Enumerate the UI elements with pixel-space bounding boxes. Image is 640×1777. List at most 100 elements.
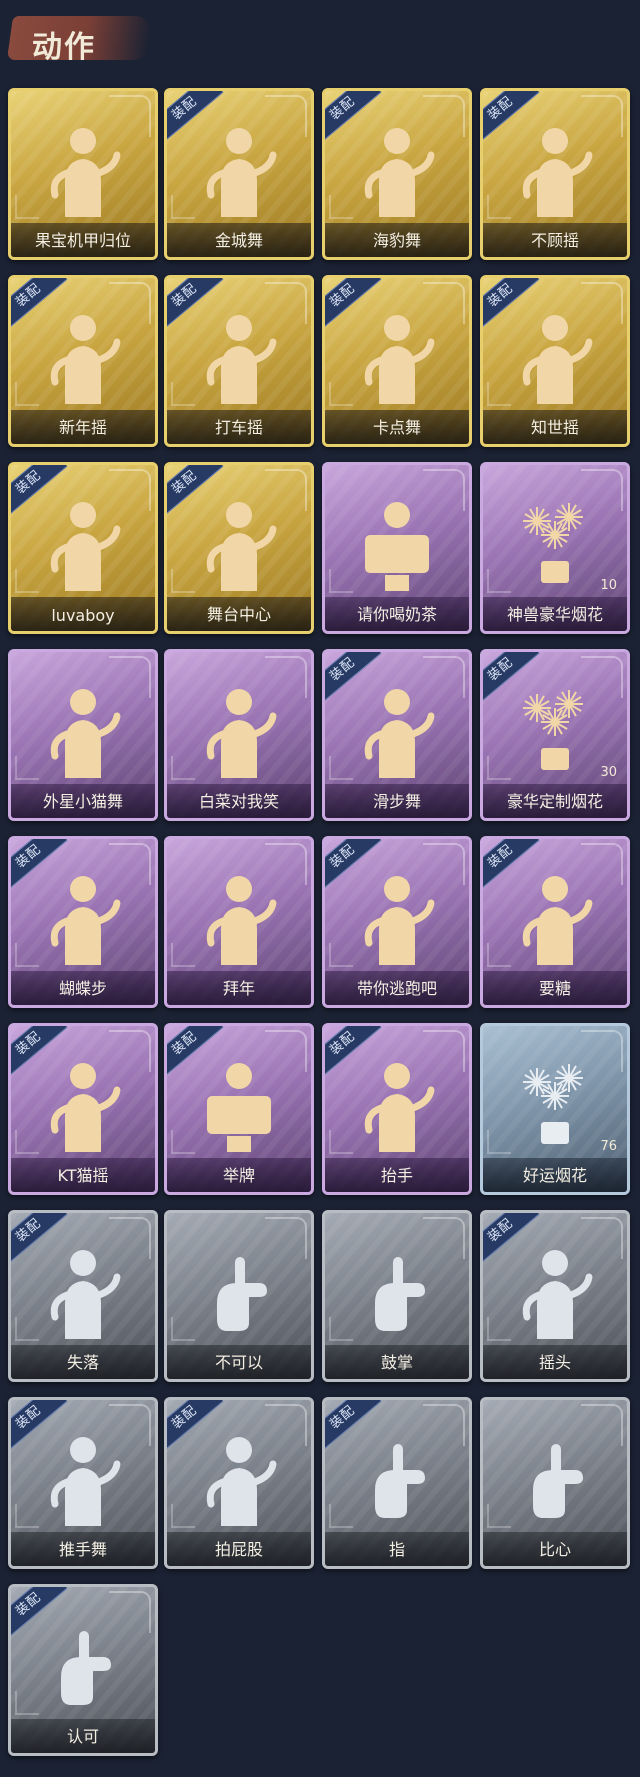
emote-card[interactable]: 比心 xyxy=(480,1397,630,1569)
emote-name: 指 xyxy=(388,1540,405,1559)
emote-name: 不可以 xyxy=(214,1353,263,1372)
sign-emote-icon xyxy=(197,1056,281,1152)
card-frame-decoration xyxy=(487,195,511,219)
wave-emote-icon xyxy=(355,1056,439,1152)
emote-card[interactable]: 装配 滑步舞 xyxy=(322,649,472,821)
emote-name: 认可 xyxy=(66,1727,99,1746)
emote-card[interactable]: 装配 不顾摇 xyxy=(480,88,630,260)
item-count: 30 xyxy=(600,765,617,780)
card-frame-decoration xyxy=(15,756,39,780)
emote-card[interactable]: 果宝机甲归位 xyxy=(8,88,158,260)
emote-card[interactable]: 10 神兽豪华烟花 xyxy=(480,462,630,634)
emote-card[interactable]: 外星小猫舞 xyxy=(8,649,158,821)
emote-card[interactable]: 装配 带你逃跑吧 xyxy=(322,836,472,1008)
emote-name: 失落 xyxy=(66,1353,99,1372)
emote-card[interactable]: 装配 要糖 xyxy=(480,836,630,1008)
emote-card[interactable]: 装配 新年摇 xyxy=(8,275,158,447)
emote-name: 外星小猫舞 xyxy=(42,792,123,811)
dance-emote-icon xyxy=(197,682,281,778)
emote-name: 舞台中心 xyxy=(206,605,271,624)
emote-name: 好运烟花 xyxy=(522,1166,587,1185)
point-hand-icon xyxy=(355,1430,439,1526)
emote-card[interactable]: 装配 30 豪华定制烟花 xyxy=(480,649,630,821)
emote-card[interactable]: 不可以 xyxy=(164,1210,314,1382)
emote-card[interactable]: 装配 打车摇 xyxy=(164,275,314,447)
emote-name: 打车摇 xyxy=(214,418,263,437)
dance-emote-icon xyxy=(197,495,281,591)
emote-name: 海豹舞 xyxy=(372,231,421,250)
emote-name: 抬手 xyxy=(380,1166,413,1185)
emote-name: 果宝机甲归位 xyxy=(34,231,131,250)
card-frame-decoration xyxy=(329,569,353,593)
emote-name: 卡点舞 xyxy=(372,418,421,437)
emote-card[interactable]: 装配 知世摇 xyxy=(480,275,630,447)
emote-name: 摇头 xyxy=(538,1353,571,1372)
card-frame-decoration xyxy=(171,195,195,219)
finger-no-icon xyxy=(197,1243,281,1339)
card-frame-decoration xyxy=(487,1504,511,1528)
dance-emote-icon xyxy=(41,495,125,591)
card-frame-decoration xyxy=(329,1130,353,1154)
card-frame-decoration xyxy=(15,1130,39,1154)
emote-name: 要糖 xyxy=(538,979,571,998)
card-frame-decoration xyxy=(487,569,511,593)
emote-card[interactable]: 装配 举牌 xyxy=(164,1023,314,1195)
emote-card[interactable]: 装配 拍屁股 xyxy=(164,1397,314,1569)
emote-card[interactable]: 装配 摇头 xyxy=(480,1210,630,1382)
emote-name: 知世摇 xyxy=(530,418,579,437)
emote-card[interactable]: 装配 推手舞 xyxy=(8,1397,158,1569)
dance-emote-icon xyxy=(197,121,281,217)
emote-card[interactable]: 76 好运烟花 xyxy=(480,1023,630,1195)
card-frame-decoration xyxy=(15,195,39,219)
dance-emote-icon xyxy=(41,682,125,778)
emote-card[interactable]: 装配 失落 xyxy=(8,1210,158,1382)
emote-card[interactable]: 装配 抬手 xyxy=(322,1023,472,1195)
dance-emote-icon xyxy=(513,121,597,217)
card-frame-decoration xyxy=(171,1317,195,1341)
card-frame-decoration xyxy=(487,1130,511,1154)
emote-card[interactable]: 装配 KT猫摇 xyxy=(8,1023,158,1195)
item-count: 10 xyxy=(600,578,617,593)
dance-emote-icon xyxy=(513,308,597,404)
emote-card[interactable]: 白菜对我笑 xyxy=(164,649,314,821)
emote-name: KT猫摇 xyxy=(57,1166,109,1185)
card-frame-decoration xyxy=(171,1504,195,1528)
item-count: 76 xyxy=(600,1139,617,1154)
emote-name: 拍屁股 xyxy=(214,1540,263,1559)
card-frame-decoration xyxy=(15,569,39,593)
dance-emote-icon xyxy=(355,682,439,778)
emote-name: 拜年 xyxy=(222,979,255,998)
shake-head-icon xyxy=(513,1243,597,1339)
emote-card[interactable]: 请你喝奶茶 xyxy=(322,462,472,634)
emote-name: 不顾摇 xyxy=(530,231,579,250)
emote-name: 蝴蝶步 xyxy=(58,979,107,998)
emote-name: 豪华定制烟花 xyxy=(506,792,603,811)
emote-card[interactable]: 装配指 xyxy=(322,1397,472,1569)
emote-name: luvaboy xyxy=(51,606,115,625)
emote-card[interactable]: 装配 卡点舞 xyxy=(322,275,472,447)
emote-card[interactable]: 鼓掌 xyxy=(322,1210,472,1382)
emote-name: 请你喝奶茶 xyxy=(356,605,437,624)
emote-name: 滑步舞 xyxy=(372,792,421,811)
emote-name: 带你逃跑吧 xyxy=(356,979,437,998)
emote-card[interactable]: 装配 舞台中心 xyxy=(164,462,314,634)
card-frame-decoration xyxy=(329,1504,353,1528)
card-frame-decoration xyxy=(15,1317,39,1341)
emote-card[interactable]: 装配 金城舞 xyxy=(164,88,314,260)
pose-emote-icon xyxy=(41,121,125,217)
clap-icon xyxy=(355,1243,439,1339)
emote-name: 金城舞 xyxy=(214,231,263,250)
emote-card[interactable]: 装配 认可 xyxy=(8,1584,158,1756)
emote-card[interactable]: 装配 luvaboy xyxy=(8,462,158,634)
emote-name: 新年摇 xyxy=(58,418,107,437)
emote-card[interactable]: 拜年 xyxy=(164,836,314,1008)
emote-card[interactable]: 装配 蝴蝶步 xyxy=(8,836,158,1008)
card-frame-decoration xyxy=(487,756,511,780)
emote-name: 鼓掌 xyxy=(380,1353,413,1372)
card-frame-decoration xyxy=(15,382,39,406)
dance-emote-icon xyxy=(355,869,439,965)
dance-emote-icon xyxy=(41,869,125,965)
card-frame-decoration xyxy=(329,195,353,219)
emote-name: 神兽豪华烟花 xyxy=(506,605,603,624)
emote-card[interactable]: 装配 海豹舞 xyxy=(322,88,472,260)
